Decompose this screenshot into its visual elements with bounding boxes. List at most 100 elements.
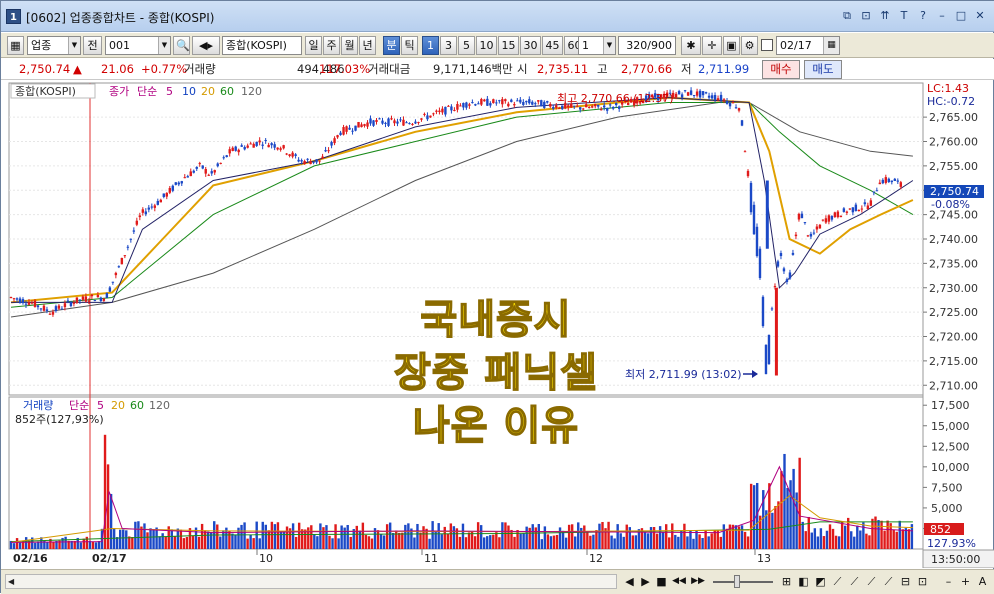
trendline-icon[interactable]: ⟋ [847,573,862,590]
minute-option-5[interactable]: 5 [458,36,475,55]
candle-body [168,188,171,193]
volume-bar [528,527,531,549]
count-input[interactable]: 320/900 [618,36,676,55]
minimize-icon[interactable]: – [935,9,949,23]
zoom-in-button[interactable]: + [958,573,973,590]
candle-body [285,153,288,155]
grid-menu-icon[interactable]: ▦ [7,36,24,55]
prev-button[interactable]: 전 [83,36,102,55]
zoom-slider-thumb[interactable] [734,575,740,588]
chart-tool-icon[interactable]: ◧ [796,573,811,590]
minute-option-1[interactable]: 1 [422,36,439,55]
crosshair-icon[interactable]: ✛ [702,36,722,55]
market-select[interactable]: 업종 ▼ [27,36,81,55]
candle-body [722,99,726,101]
candle-body [845,211,849,213]
pin-icon[interactable]: ⇈ [878,9,892,23]
candle-body [105,292,109,299]
x-label: 10 [259,552,273,565]
search-icon[interactable]: 🔍 [173,36,190,55]
play-forward-button[interactable]: ▶ [638,573,653,590]
x-label: 02/16 [13,552,48,565]
candle-body [794,234,798,237]
volume-bar [246,538,249,549]
candle-body [135,220,139,225]
period-day[interactable]: 일 [305,36,322,55]
save-icon[interactable]: ▣ [723,36,740,55]
trendline-icon[interactable]: ⟋ [830,573,845,590]
candle-body [492,99,495,104]
volume-bar [79,542,82,549]
price-tick-label: 2,720.00 [929,331,978,344]
candle-body [111,281,115,283]
volume-bar [440,534,443,549]
candle-body [441,108,444,113]
restore-layout-icon[interactable]: ⊡ [859,9,873,23]
chart-tool-icon[interactable]: ⊟ [898,573,913,590]
volume-bar [722,524,726,549]
link-window-icon[interactable]: ⧉ [840,9,854,23]
volume-tick-label: 15,000 [931,420,970,433]
candle-body [827,215,831,222]
minute-option-45[interactable]: 45 [542,36,563,55]
text-icon[interactable]: T [897,9,911,23]
horizontal-scrollbar[interactable]: ◀ [5,574,617,589]
gear-icon[interactable]: ⚙ [741,36,758,55]
rewind-button[interactable]: ◀◀ [670,573,688,590]
date-input[interactable]: 02/17 ▦ [776,36,840,55]
volume-label: 거래량 [184,62,216,76]
period-month[interactable]: 월 [341,36,358,55]
close-icon[interactable]: ✕ [973,9,987,23]
zoom-slider[interactable] [713,581,773,583]
volume-bar [895,531,898,549]
maximize-icon[interactable]: □ [954,9,968,23]
code-input[interactable]: 001 ▼ [105,36,171,55]
zoom-out-button[interactable]: – [941,573,956,590]
minute-option-30[interactable]: 30 [520,36,541,55]
candle-body [90,294,94,297]
candle-body [866,205,870,210]
auto-scale-button[interactable]: A [975,573,990,590]
window-number-icon[interactable]: 1 [6,9,21,24]
date-checkbox[interactable] [761,39,773,51]
calendar-icon[interactable]: ▦ [823,37,839,54]
minute-option-10[interactable]: 10 [476,36,497,55]
buy-button[interactable]: 매수 [762,60,800,79]
chevron-down-icon[interactable]: ▼ [158,37,170,54]
chart-tool-icon[interactable]: ◩ [813,573,828,590]
candle-body [153,205,157,208]
minute-option-3[interactable]: 3 [440,36,457,55]
low-label: 저 [681,62,692,76]
chart-tool-icon[interactable]: ⊞ [779,573,794,590]
candle-body [234,146,237,151]
play-back-button[interactable]: ◀ [622,573,637,590]
candle-body [782,268,786,272]
help-icon[interactable]: ? [916,9,930,23]
candle-body [156,200,160,205]
minute-option-15[interactable]: 15 [498,36,519,55]
sound-icon[interactable]: ◀▸ [192,36,220,55]
trendline-icon[interactable]: ⟋ [864,573,879,590]
period-minute[interactable]: 분 [383,36,400,55]
sell-button[interactable]: 매도 [804,60,842,79]
chevron-down-icon[interactable]: ▼ [68,37,80,54]
amount-value: 9,171,146백만 [433,62,513,76]
stop-button[interactable]: ■ [654,573,669,590]
candle-type-icon[interactable]: ✱ [681,36,701,55]
candle-body [9,297,13,299]
candle-body [78,299,82,301]
fast-forward-button[interactable]: ▶▶ [689,573,707,590]
period-week[interactable]: 주 [323,36,340,55]
scroll-left-icon[interactable]: ◀ [8,575,14,588]
chart-area[interactable]: 2,710.00 2,715.00 2,720.00 2,725.00 2,730.00… [1,81,994,569]
candle-body [893,178,897,181]
chevron-down-icon[interactable]: ▼ [603,37,615,54]
period-year[interactable]: 년 [359,36,376,55]
trendline-icon[interactable]: ⟋ [881,573,896,590]
interval-select[interactable]: 1 ▼ [578,36,616,55]
volume-bar [507,525,510,549]
period-tick[interactable]: 틱 [401,36,418,55]
chart-tool-icon[interactable]: ⊡ [915,573,930,590]
candle-body [899,182,903,187]
candle-body [435,110,438,112]
